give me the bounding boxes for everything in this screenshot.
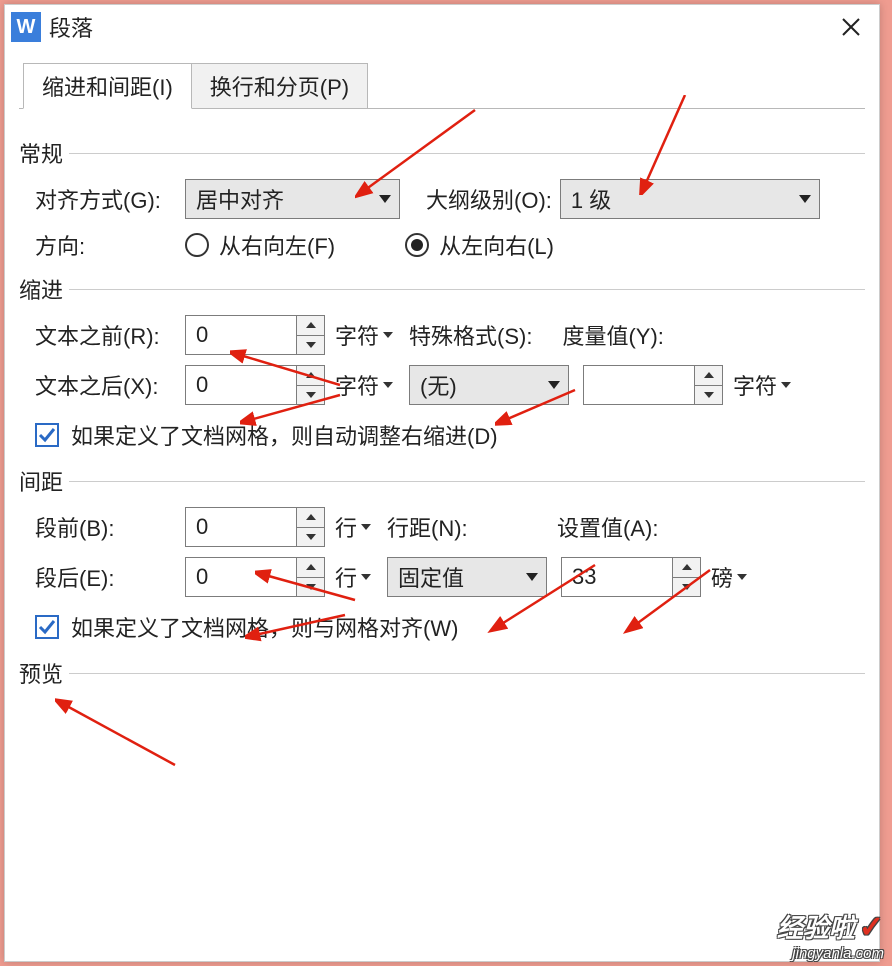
spin-down[interactable] (673, 577, 700, 597)
indent-after-label: 文本之后(X): (35, 369, 185, 401)
watermark-url: jingyanla.com (777, 945, 884, 962)
indent-before-value[interactable]: 0 (186, 316, 296, 354)
chevron-down-icon (383, 332, 393, 338)
align-select[interactable]: 居中对齐 (185, 179, 400, 219)
chevron-down-icon (361, 574, 371, 580)
spacing-before-unit[interactable]: 行 (335, 511, 371, 543)
paragraph-dialog: W 段落 缩进和间距(I) 换行和分页(P) 常规 对齐方式(G): 居中对齐 … (4, 4, 880, 962)
spacing-after-value[interactable]: 0 (186, 558, 296, 596)
radio-circle-icon (185, 233, 209, 257)
chevron-down-icon (379, 195, 391, 203)
spacing-after-spinner[interactable]: 0 (185, 557, 325, 597)
window-title: 段落 (49, 11, 833, 43)
spin-down[interactable] (297, 385, 324, 405)
set-unit[interactable]: 磅 (711, 561, 747, 593)
auto-adjust-checkbox[interactable] (35, 423, 59, 447)
align-label: 对齐方式(G): (35, 183, 185, 215)
spin-down[interactable] (297, 335, 324, 355)
spin-up[interactable] (297, 366, 324, 385)
spin-down[interactable] (297, 527, 324, 547)
divider (69, 153, 865, 154)
radio-rtl-label: 从右向左(F) (219, 229, 335, 261)
set-value-spinner[interactable]: 33 (561, 557, 701, 597)
radio-rtl[interactable]: 从右向左(F) (185, 229, 335, 261)
align-value: 居中对齐 (196, 183, 284, 215)
indent-before-label: 文本之前(R): (35, 319, 185, 351)
group-spacing-label: 间距 (19, 465, 67, 497)
outline-select[interactable]: 1 级 (560, 179, 820, 219)
indent-before-unit[interactable]: 字符 (335, 319, 393, 351)
tab-indent-spacing[interactable]: 缩进和间距(I) (23, 63, 192, 109)
spin-up[interactable] (297, 316, 324, 335)
special-format-label: 特殊格式(S): (409, 319, 532, 351)
indent-before-spinner[interactable]: 0 (185, 315, 325, 355)
spin-down[interactable] (297, 577, 324, 597)
line-spacing-label: 行距(N): (387, 511, 557, 543)
indent-after-spinner[interactable]: 0 (185, 365, 325, 405)
direction-label: 方向: (35, 229, 185, 261)
chevron-down-icon (781, 382, 791, 388)
outline-value: 1 级 (571, 183, 611, 215)
chevron-down-icon (383, 382, 393, 388)
spacing-before-spinner[interactable]: 0 (185, 507, 325, 547)
measure-value[interactable] (584, 366, 694, 404)
direction-radio-group: 从右向左(F) 从左向右(L) (185, 229, 594, 261)
measure-unit[interactable]: 字符 (733, 369, 791, 401)
divider (69, 481, 865, 482)
auto-adjust-label: 如果定义了文档网格，则自动调整右缩进(D) (71, 419, 498, 451)
measure-label: 度量值(Y): (562, 319, 663, 351)
chevron-down-icon (737, 574, 747, 580)
spin-down[interactable] (695, 385, 722, 405)
measure-spinner[interactable] (583, 365, 723, 405)
radio-ltr[interactable]: 从左向右(L) (405, 229, 554, 261)
spin-up[interactable] (695, 366, 722, 385)
chevron-down-icon (361, 524, 371, 530)
chevron-down-icon (548, 381, 560, 389)
divider (69, 673, 865, 674)
chevron-down-icon (526, 573, 538, 581)
line-spacing-value: 固定值 (398, 561, 464, 593)
annotation-arrow (55, 695, 185, 775)
app-icon: W (11, 12, 41, 42)
indent-after-value[interactable]: 0 (186, 366, 296, 404)
set-value[interactable]: 33 (562, 558, 672, 596)
indent-after-unit[interactable]: 字符 (335, 369, 393, 401)
spacing-after-label: 段后(E): (35, 561, 155, 593)
tab-strip: 缩进和间距(I) 换行和分页(P) (23, 63, 879, 109)
tab-panel: 常规 对齐方式(G): 居中对齐 大纲级别(O): 1 级 方向: 从右向左(F… (19, 108, 865, 689)
close-icon[interactable] (833, 9, 869, 45)
snap-grid-label: 如果定义了文档网格，则与网格对齐(W) (71, 611, 458, 643)
special-format-value: (无) (420, 369, 457, 401)
radio-ltr-label: 从左向右(L) (439, 229, 554, 261)
radio-circle-icon (405, 233, 429, 257)
special-format-select[interactable]: (无) (409, 365, 569, 405)
group-indent-label: 缩进 (19, 273, 67, 305)
spacing-before-value[interactable]: 0 (186, 508, 296, 546)
divider (69, 289, 865, 290)
tab-line-page-break[interactable]: 换行和分页(P) (192, 63, 368, 109)
group-general-label: 常规 (19, 137, 67, 169)
spin-up[interactable] (297, 508, 324, 527)
watermark-text: 经验啦 (777, 913, 855, 943)
spin-up[interactable] (673, 558, 700, 577)
outline-label: 大纲级别(O): (426, 183, 552, 215)
chevron-down-icon (799, 195, 811, 203)
spacing-before-label: 段前(B): (35, 511, 155, 543)
watermark: 经验啦✓ jingyanla.com (777, 908, 884, 962)
spacing-after-unit[interactable]: 行 (335, 561, 371, 593)
line-spacing-select[interactable]: 固定值 (387, 557, 547, 597)
titlebar: W 段落 (5, 5, 879, 49)
spin-up[interactable] (297, 558, 324, 577)
set-value-label: 设置值(A): (557, 511, 658, 543)
check-icon: ✓ (859, 911, 884, 944)
group-preview-label: 预览 (19, 657, 67, 689)
snap-grid-checkbox[interactable] (35, 615, 59, 639)
